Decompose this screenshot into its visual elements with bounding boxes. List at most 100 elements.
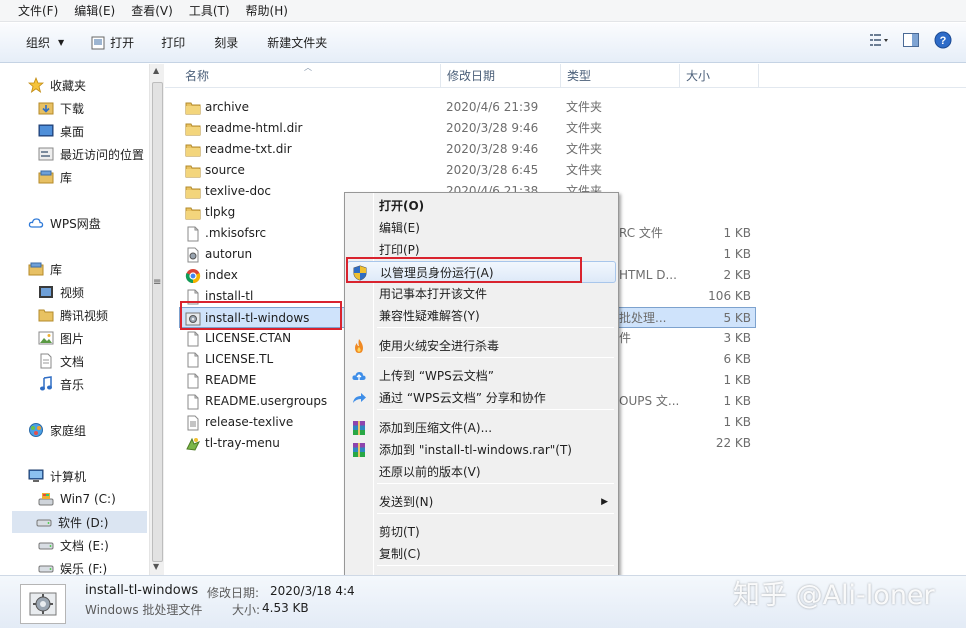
column-size[interactable]: 大小	[680, 64, 759, 88]
file-type: 文件夹	[566, 121, 603, 135]
nav-tencent-video[interactable]: 腾讯视频	[38, 304, 108, 326]
menu-help[interactable]: 帮助(H)	[238, 0, 296, 22]
nav-label: 图片	[60, 331, 85, 346]
scrollbar-thumb[interactable]	[152, 82, 163, 562]
highlight-box-file	[180, 301, 342, 330]
submenu-arrow-icon: ▶	[601, 497, 608, 507]
nav-library-short[interactable]: 库	[38, 166, 72, 188]
context-menu-label: 复制(C)	[379, 547, 421, 561]
burn-button[interactable]: 刻录	[206, 31, 251, 55]
winrar-icon	[351, 442, 367, 458]
nav-drive-e[interactable]: 文档 (E:)	[38, 534, 109, 556]
nav-drive-c[interactable]: Win7 (C:)	[38, 488, 116, 510]
context-menu-item[interactable]: 添加到压缩文件(A)...	[347, 417, 616, 439]
context-menu-item[interactable]: 用记事本打开该文件	[347, 283, 616, 305]
print-button[interactable]: 打印	[153, 31, 198, 55]
downloads-folder-icon	[38, 100, 54, 116]
nav-video[interactable]: 视频	[38, 281, 84, 303]
nav-desktop[interactable]: 桌面	[38, 120, 84, 142]
batch-file-icon	[29, 592, 57, 616]
context-menu-item[interactable]: 还原以前的版本(V)	[347, 461, 616, 483]
nav-label: 库	[50, 262, 63, 277]
nav-favorites[interactable]: 收藏夹	[28, 74, 86, 96]
file-icon	[185, 331, 201, 347]
details-filename: install-tl-windows	[85, 583, 199, 598]
file-name: source	[205, 163, 245, 177]
file-icon	[185, 352, 201, 368]
music-icon	[38, 376, 54, 392]
nav-documents[interactable]: 文档	[38, 350, 84, 372]
file-date: 2020/3/28 9:46	[446, 142, 539, 156]
file-row[interactable]: readme-html.dir 2020/3/28 9:46 文件夹	[165, 118, 765, 139]
file-name: LICENSE.TL	[205, 352, 274, 366]
menu-edit[interactable]: 编辑(E)	[66, 0, 123, 22]
open-button[interactable]: 打开	[83, 31, 147, 55]
file-name: README	[205, 373, 257, 387]
column-type[interactable]: 类型	[561, 64, 680, 88]
context-menu-label: 编辑(E)	[379, 221, 420, 235]
command-bar: 组织 ▼ 打开 打印 刻录 新建文件夹 ?	[0, 23, 966, 63]
desktop-icon	[38, 123, 54, 139]
nav-pictures[interactable]: 图片	[38, 327, 84, 349]
folder-icon	[185, 142, 201, 158]
context-menu-item[interactable]: 发送到(N) ▶	[347, 491, 616, 513]
menu-file[interactable]: 文件(F)	[10, 0, 66, 22]
nav-label: 下载	[60, 101, 85, 116]
menu-view[interactable]: 查看(V)	[123, 0, 181, 22]
share-icon	[351, 390, 367, 406]
nav-scrollbar[interactable]: ▲ ≡ ▼	[149, 64, 164, 575]
nav-downloads[interactable]: 下载	[38, 97, 84, 119]
folder-icon	[185, 121, 201, 137]
help-icon[interactable]: ?	[934, 31, 952, 49]
column-date[interactable]: 修改日期	[441, 64, 561, 88]
column-name[interactable]: 名称 ︿	[179, 63, 441, 88]
scroll-up-icon[interactable]: ▲	[153, 66, 159, 75]
nav-computer[interactable]: 计算机	[28, 465, 86, 487]
file-size: 1 KB	[723, 394, 751, 408]
nav-music[interactable]: 音乐	[38, 373, 84, 395]
nav-homegroup[interactable]: 家庭组	[28, 419, 86, 441]
nav-label: 收藏夹	[50, 78, 87, 93]
star-icon	[28, 77, 44, 93]
file-size: 22 KB	[715, 436, 751, 450]
context-menu-label: 发送到(N)	[379, 495, 434, 509]
file-thumbnail	[20, 584, 66, 624]
context-menu-item[interactable]: 添加到 "install-tl-windows.rar"(T)	[347, 439, 616, 461]
nav-drive-d[interactable]: 软件 (D:)	[12, 511, 147, 533]
homegroup-icon	[28, 422, 44, 438]
details-filetype: Windows 批处理文件	[85, 603, 203, 617]
chevron-down-icon: ▼	[58, 38, 65, 47]
watermark: 知乎 @Ali-loner	[733, 580, 935, 611]
nav-label: 家庭组	[50, 423, 87, 438]
preview-pane-icon[interactable]	[902, 31, 920, 49]
nav-wps-drive[interactable]: WPS网盘	[28, 212, 101, 234]
view-options-icon[interactable]	[870, 31, 888, 49]
context-menu-item[interactable]: 兼容性疑难解答(Y)	[347, 305, 616, 327]
drive-icon	[36, 514, 52, 530]
menu-tools[interactable]: 工具(T)	[181, 0, 238, 22]
file-size: 1 KB	[723, 415, 751, 429]
context-menu-item[interactable]: 编辑(E)	[347, 217, 616, 239]
context-menu-item[interactable]: 上传到 “WPS云文档”	[347, 365, 616, 387]
new-folder-button[interactable]: 新建文件夹	[259, 31, 340, 55]
context-menu-item[interactable]: 复制(C)	[347, 543, 616, 565]
file-row[interactable]: source 2020/3/28 6:45 文件夹	[165, 160, 765, 181]
nav-recent[interactable]: 最近访问的位置	[38, 143, 144, 165]
nav-label: 最近访问的位置	[60, 147, 145, 162]
organize-button[interactable]: 组织 ▼	[18, 31, 77, 55]
file-type: 文件夹	[566, 163, 603, 177]
menu-separator	[377, 327, 614, 328]
context-menu-label: 通过 “WPS云文档” 分享和协作	[379, 391, 546, 405]
context-menu-item[interactable]: 打开(O)	[347, 195, 616, 217]
context-menu-item[interactable]: 使用火绒安全进行杀毒	[347, 335, 616, 357]
nav-label: 库	[60, 170, 73, 185]
file-row[interactable]: archive 2020/4/6 21:39 文件夹	[165, 97, 765, 118]
context-menu-item[interactable]: 通过 “WPS云文档” 分享和协作	[347, 387, 616, 409]
nav-label: 文档	[60, 354, 85, 369]
file-type: 文件夹	[566, 142, 603, 156]
nav-libraries[interactable]: 库	[28, 258, 62, 280]
scroll-down-icon[interactable]: ▼	[153, 562, 159, 571]
column-header-row: 名称 ︿ 修改日期 类型 大小	[165, 63, 966, 88]
context-menu-item[interactable]: 剪切(T)	[347, 521, 616, 543]
file-row[interactable]: readme-txt.dir 2020/3/28 9:46 文件夹	[165, 139, 765, 160]
